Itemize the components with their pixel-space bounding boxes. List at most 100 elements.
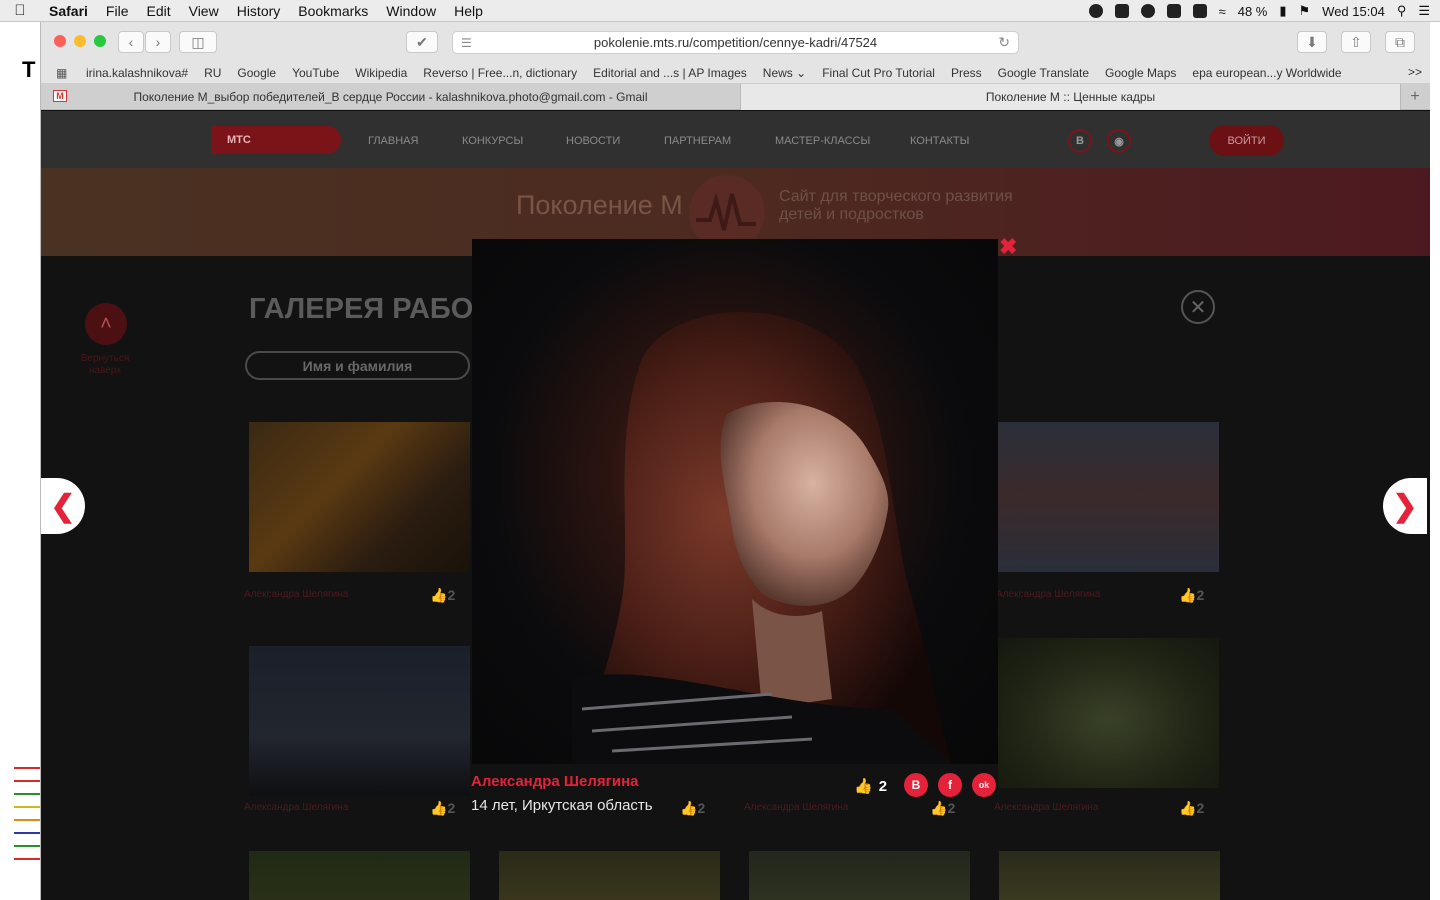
gallery-thumbnail[interactable]	[249, 851, 470, 900]
bookmark-folder-news[interactable]: News ⌄	[763, 66, 806, 80]
bookmark-item[interactable]: Editorial and ...s | AP Images	[593, 66, 747, 80]
flag-uk-icon[interactable]: ⚑	[1299, 3, 1311, 19]
thumbnail-author[interactable]: Александра Шелягина	[996, 589, 1100, 600]
scroll-top-button[interactable]: ˄	[85, 303, 127, 345]
menu-edit[interactable]: Edit	[137, 3, 179, 19]
nav-contacts[interactable]: КОНТАКТЫ	[910, 135, 969, 147]
messenger-icon[interactable]	[1192, 4, 1207, 18]
bookmark-item[interactable]: epa european...y Worldwide	[1192, 66, 1341, 80]
gallery-thumbnail[interactable]	[998, 422, 1219, 572]
forward-button[interactable]: ›	[145, 31, 171, 53]
gallery-thumbnail[interactable]	[999, 851, 1220, 900]
gmail-icon: M	[53, 90, 67, 102]
bookmark-item[interactable]: Google	[237, 66, 276, 80]
menu-app[interactable]: Safari	[40, 3, 97, 19]
vk-icon[interactable]: В	[1068, 129, 1092, 153]
nav-partners[interactable]: ПАРТНЕРАМ	[664, 135, 731, 147]
share-button[interactable]: ⇧	[1341, 31, 1371, 53]
mts-logo[interactable]: МТС	[211, 126, 341, 154]
lightbox-close-button[interactable]: ✖	[999, 234, 1017, 260]
tab-label: Поколение М_выбор победителей_В сердце Р…	[133, 90, 648, 104]
bookmarks-bar: ▦ irina.kalashnikova# RU Google YouTube …	[41, 62, 1430, 84]
bookmark-item[interactable]: Final Cut Pro Tutorial	[822, 66, 935, 80]
reload-icon[interactable]: ↻	[998, 34, 1010, 51]
bookmark-folder-label: News	[762, 65, 793, 80]
thumbnail-likes[interactable]: 👍2	[1179, 800, 1204, 817]
bookmark-item[interactable]: Google Translate	[998, 66, 1089, 80]
thumbnail-author[interactable]: Александра Шелягина	[994, 802, 1098, 813]
more-bookmarks-button[interactable]: >>	[1408, 65, 1422, 79]
menu-window[interactable]: Window	[377, 3, 445, 19]
photo-like-button[interactable]: 👍 2	[854, 777, 887, 796]
menu-history[interactable]: History	[228, 3, 290, 19]
new-tab-button[interactable]: +	[1401, 84, 1429, 109]
thumbnail-author[interactable]: Александра Шелягина	[744, 802, 848, 813]
gallery-thumbnail[interactable]	[249, 422, 470, 572]
login-button[interactable]: ВОЙТИ	[1209, 125, 1284, 156]
close-window-button[interactable]	[54, 35, 66, 47]
menubar-status-area: ≈ 48 % ▮ ⚑ Wed 15:04 ⚲ ☰	[1088, 0, 1430, 22]
gallery-thumbnail[interactable]	[749, 851, 970, 900]
checkmark-icon: ✔	[416, 33, 428, 50]
thumbnail-likes[interactable]: 👍2	[430, 587, 455, 604]
web-page: МТС ГЛАВНАЯ КОНКУРСЫ НОВОСТИ ПАРТНЕРАМ М…	[41, 111, 1430, 900]
tabs-overview-button[interactable]: ⧉	[1385, 31, 1415, 53]
thumbnail-likes[interactable]: 👍2	[1179, 587, 1204, 604]
tab-pokolenie[interactable]: Поколение М :: Ценные кадры	[741, 84, 1401, 110]
gallery-thumbnail[interactable]	[499, 851, 720, 900]
downloads-button[interactable]: ⬇	[1297, 31, 1327, 53]
bookmark-item[interactable]: Google Maps	[1105, 66, 1176, 80]
notification-center-icon[interactable]: ☰	[1418, 3, 1430, 19]
battery-icon[interactable]: ▮	[1279, 3, 1286, 19]
nav-masterclasses[interactable]: МАСТЕР-КЛАССЫ	[775, 135, 870, 147]
menu-view[interactable]: View	[180, 3, 228, 19]
thumbnail-author[interactable]: Александра Шелягина	[244, 802, 348, 813]
plus-icon: +	[1410, 87, 1420, 105]
nav-contests[interactable]: КОНКУРСЫ	[462, 135, 523, 147]
skype-icon[interactable]	[1088, 4, 1103, 18]
apple-menu-icon[interactable]: 	[0, 2, 40, 19]
menu-help[interactable]: Help	[445, 3, 492, 19]
zoom-window-button[interactable]	[94, 35, 106, 47]
app-b-icon[interactable]	[1166, 4, 1181, 18]
tabs-icon: ⧉	[1395, 33, 1405, 50]
share-facebook-button[interactable]: f	[938, 773, 962, 797]
display-icon[interactable]	[1114, 4, 1129, 18]
nav-news[interactable]: НОВОСТИ	[566, 135, 620, 147]
minimize-window-button[interactable]	[74, 35, 86, 47]
gallery-close-button[interactable]: ✕	[1181, 290, 1215, 324]
tab-gmail[interactable]: M Поколение М_выбор победителей_В сердце…	[41, 84, 741, 110]
thumbnail-likes[interactable]: 👍2	[680, 800, 705, 817]
bookmark-item[interactable]: Wikipedia	[355, 66, 407, 80]
extension-button[interactable]: ✔	[406, 31, 438, 53]
sidebar-toggle-button[interactable]: ◫	[179, 31, 217, 53]
name-search-input[interactable]: Имя и фамилия	[245, 351, 470, 380]
menu-file[interactable]: File	[97, 3, 138, 19]
wifi-icon[interactable]: ≈	[1219, 4, 1226, 19]
bookmark-item[interactable]: irina.kalashnikova#	[86, 66, 188, 80]
share-vk-button[interactable]: В	[904, 773, 928, 797]
reader-icon[interactable]: ☰	[461, 36, 472, 50]
spotlight-search-icon[interactable]: ⚲	[1397, 3, 1407, 19]
thumbnail-likes[interactable]: 👍2	[430, 800, 455, 817]
address-bar[interactable]: ☰ pokolenie.mts.ru/competition/cennye-ka…	[452, 31, 1019, 54]
tagline-line: детей и подростков	[779, 206, 924, 223]
clock[interactable]: Wed 15:04	[1322, 4, 1385, 19]
menu-bookmarks[interactable]: Bookmarks	[289, 3, 377, 19]
instagram-icon[interactable]: ◉	[1107, 129, 1131, 153]
share-icon: ⇧	[1350, 33, 1362, 50]
bookmark-item[interactable]: Press	[951, 66, 982, 80]
top-sites-grid-icon[interactable]: ▦	[56, 66, 74, 80]
bookmark-item[interactable]: YouTube	[292, 66, 339, 80]
photo-author[interactable]: Александра Шелягина	[471, 773, 639, 790]
thumbnail-likes[interactable]: 👍2	[930, 800, 955, 817]
thumbnail-author[interactable]: Александра Шелягина	[244, 589, 348, 600]
bookmark-item[interactable]: RU	[204, 66, 221, 80]
share-odnoklassniki-button[interactable]: ok	[972, 773, 996, 797]
gallery-thumbnail[interactable]	[249, 646, 470, 796]
back-button[interactable]: ‹	[118, 31, 144, 53]
gallery-thumbnail[interactable]	[998, 638, 1219, 788]
cloud-icon[interactable]	[1140, 4, 1155, 18]
bookmark-item[interactable]: Reverso | Free...n, dictionary	[423, 66, 577, 80]
nav-home[interactable]: ГЛАВНАЯ	[368, 135, 418, 147]
